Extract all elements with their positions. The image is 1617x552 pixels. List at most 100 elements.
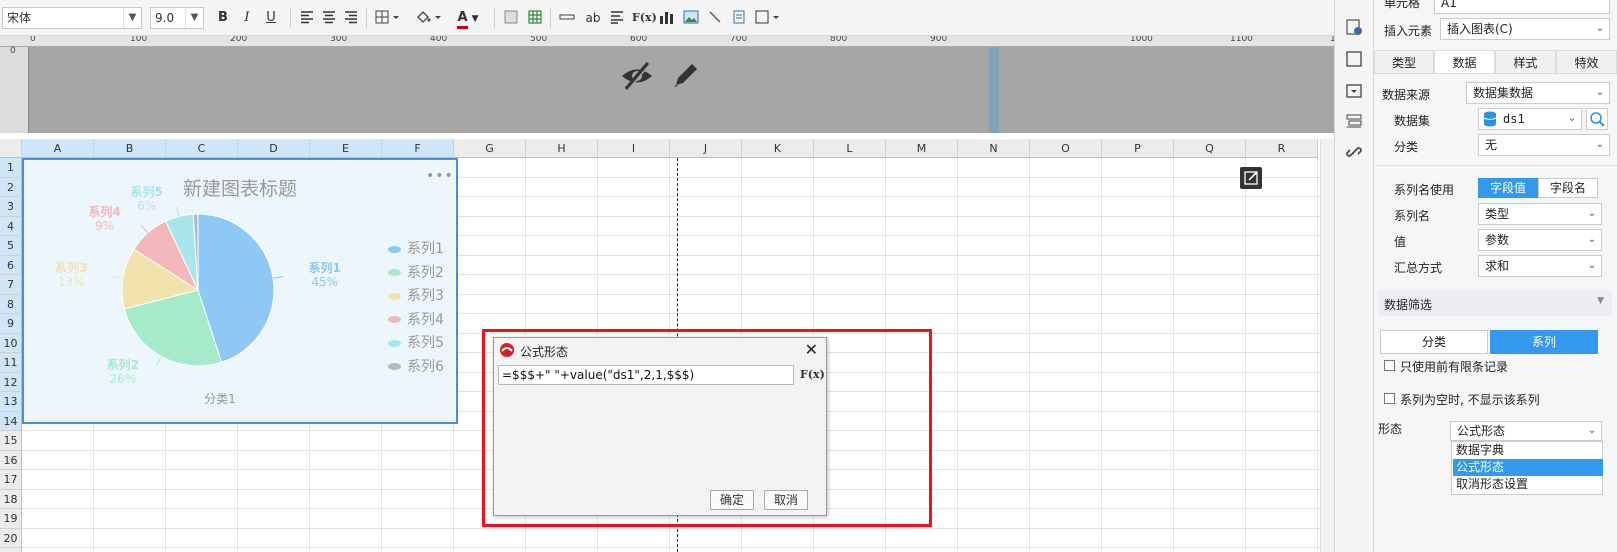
tab-style[interactable]: 样式 xyxy=(1495,50,1556,74)
row-header[interactable]: 13 xyxy=(0,392,22,412)
column-header[interactable]: C xyxy=(166,139,238,158)
column-header[interactable]: L xyxy=(814,139,886,158)
tab-type[interactable]: 类型 xyxy=(1374,50,1434,74)
column-header[interactable]: F xyxy=(382,139,454,158)
text-color-button[interactable]: A ▼ xyxy=(452,7,484,29)
limit-records-checkbox[interactable] xyxy=(1384,360,1395,371)
value-select[interactable]: 参数 ⌄ xyxy=(1478,229,1602,251)
row-header[interactable]: 12 xyxy=(0,372,22,392)
formula-button[interactable]: F(x) xyxy=(632,7,657,29)
column-header[interactable]: G xyxy=(454,139,526,158)
field-name-toggle[interactable]: 字段名 xyxy=(1538,178,1598,198)
shape-select[interactable]: 公式形态 ⌄ xyxy=(1450,421,1602,441)
cell-style-icon[interactable] xyxy=(502,7,520,29)
tab-effect[interactable]: 特效 xyxy=(1556,50,1617,74)
font-size-select[interactable]: 9.0 ▼ xyxy=(150,7,204,29)
series-name-select[interactable]: 类型 ⌄ xyxy=(1478,203,1602,225)
column-header[interactable]: J xyxy=(670,139,742,158)
dataset-select[interactable]: ds1 ⌄ xyxy=(1478,108,1582,130)
row-header[interactable]: 6 xyxy=(0,255,22,275)
row-header[interactable]: 9 xyxy=(0,314,22,334)
align-center-icon[interactable] xyxy=(320,7,338,29)
edit-icon[interactable] xyxy=(1240,167,1262,189)
table-icon[interactable] xyxy=(526,7,544,29)
column-header[interactable]: E xyxy=(310,139,382,158)
bold-button[interactable]: B xyxy=(214,7,232,29)
tab-data[interactable]: 数据 xyxy=(1434,50,1495,74)
legend-item[interactable]: 系列6 xyxy=(388,356,444,375)
cell-field[interactable]: A1 xyxy=(1434,0,1610,14)
row-header[interactable]: 5 xyxy=(0,236,22,256)
merge-cell-icon[interactable] xyxy=(558,7,576,29)
eye-slash-icon[interactable] xyxy=(620,59,654,93)
image-icon[interactable] xyxy=(682,7,700,29)
slash-icon[interactable] xyxy=(706,7,724,29)
column-header[interactable]: H xyxy=(526,139,598,158)
more-options-icon[interactable] xyxy=(754,7,784,29)
select-all-corner[interactable] xyxy=(0,139,22,158)
list-stack-icon[interactable] xyxy=(1345,112,1363,130)
legend-item[interactable]: 系列2 xyxy=(388,262,444,281)
row-header[interactable]: 1 xyxy=(0,158,22,178)
wrap-text-icon[interactable] xyxy=(608,7,626,29)
row-header[interactable]: 18 xyxy=(0,489,22,509)
row-header[interactable]: 14 xyxy=(0,411,22,431)
format-painter-icon[interactable] xyxy=(1345,18,1363,36)
square-icon[interactable] xyxy=(1345,50,1363,68)
column-header[interactable]: Q xyxy=(1174,139,1246,158)
align-right-icon[interactable] xyxy=(342,7,360,29)
legend-item[interactable]: 系列4 xyxy=(388,309,444,328)
row-header[interactable]: 8 xyxy=(0,294,22,314)
legend-item[interactable]: 系列3 xyxy=(388,285,444,304)
row-header[interactable]: 19 xyxy=(0,509,22,529)
column-header[interactable]: I xyxy=(598,139,670,158)
row-header[interactable]: 10 xyxy=(0,333,22,353)
link-icon[interactable] xyxy=(1345,143,1363,161)
insert-element-select[interactable]: 插入图表(C) ⌄ xyxy=(1440,18,1610,40)
category-select[interactable]: 无 ⌄ xyxy=(1478,134,1610,156)
fill-color-icon[interactable] xyxy=(414,7,444,29)
row-header[interactable]: 11 xyxy=(0,353,22,373)
row-header[interactable]: 15 xyxy=(0,431,22,451)
data-source-select[interactable]: 数据集数据 ⌄ xyxy=(1466,82,1610,104)
italic-button[interactable]: I xyxy=(238,7,256,29)
row-header[interactable]: 3 xyxy=(0,197,22,217)
row-header[interactable]: 2 xyxy=(0,177,22,197)
row-header[interactable]: 21 xyxy=(0,548,22,552)
shape-option-formula[interactable]: 公式形态 xyxy=(1453,459,1603,476)
column-header[interactable]: A xyxy=(22,139,94,158)
shape-option-cancel[interactable]: 取消形态设置 xyxy=(1453,476,1603,493)
border-icon[interactable] xyxy=(374,7,402,29)
column-header[interactable]: P xyxy=(1102,139,1174,158)
filter-tab-category[interactable]: 分类 xyxy=(1380,330,1488,354)
row-header[interactable]: 16 xyxy=(0,450,22,470)
column-header[interactable]: O xyxy=(1030,139,1102,158)
row-header[interactable]: 17 xyxy=(0,470,22,490)
column-header[interactable]: K xyxy=(742,139,814,158)
font-family-select[interactable]: 宋体 ▼ xyxy=(2,7,142,29)
data-filter-header[interactable]: 数据筛选 ▼ xyxy=(1378,290,1612,316)
column-header[interactable]: D xyxy=(238,139,310,158)
text-format-button[interactable]: ab xyxy=(584,7,602,29)
column-header[interactable]: R xyxy=(1246,139,1318,158)
summary-method-select[interactable]: 求和 ⌄ xyxy=(1478,255,1602,277)
row-header[interactable]: 7 xyxy=(0,275,22,295)
field-value-toggle[interactable]: 字段值 xyxy=(1478,178,1538,198)
dropdown-widget-icon[interactable] xyxy=(1345,82,1363,100)
bar-chart-icon[interactable] xyxy=(658,7,676,29)
search-button[interactable] xyxy=(1586,108,1608,130)
column-header[interactable]: N xyxy=(958,139,1030,158)
legend-item[interactable]: 系列1 xyxy=(388,238,444,257)
column-header[interactable]: M xyxy=(886,139,958,158)
pie-chart[interactable]: 新建图表标题 ••• 系列1 45% 系列2 26% 系列3 13% 系列4 9% 系列5 6% … xyxy=(22,158,458,424)
form-icon[interactable] xyxy=(730,7,748,29)
underline-button[interactable]: U xyxy=(262,7,280,29)
column-header[interactable]: B xyxy=(94,139,166,158)
vertical-scrollbar[interactable] xyxy=(1320,139,1334,552)
shape-option-dictionary[interactable]: 数据字典 xyxy=(1453,442,1603,459)
filter-tab-series[interactable]: 系列 xyxy=(1490,330,1598,354)
pencil-icon[interactable] xyxy=(670,59,702,91)
row-header[interactable]: 20 xyxy=(0,528,22,548)
legend-item[interactable]: 系列5 xyxy=(388,332,444,351)
row-header[interactable]: 4 xyxy=(0,216,22,236)
